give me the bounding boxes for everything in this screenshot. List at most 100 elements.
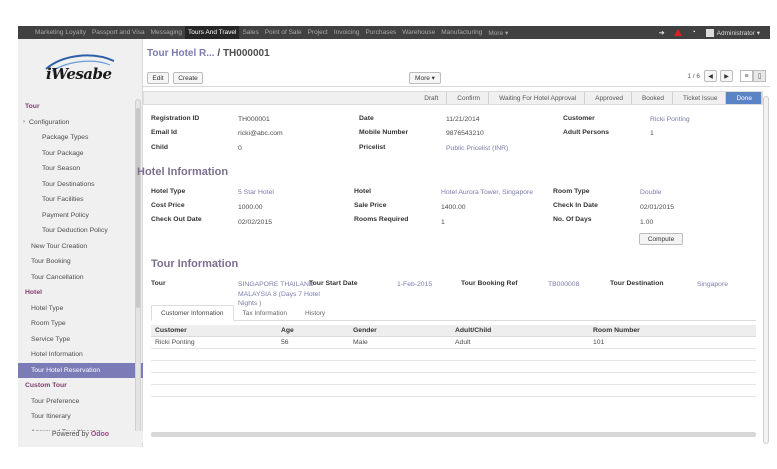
sidebar-item-new-tour-creation[interactable]: New Tour Creation: [18, 239, 143, 255]
menu-invoicing[interactable]: Invoicing: [331, 26, 363, 39]
menu-tours-and-travel[interactable]: Tours And Travel: [185, 26, 240, 39]
tour-destination-value[interactable]: Singapore: [697, 281, 728, 288]
stage-draft[interactable]: Draft: [414, 92, 448, 104]
caret-right-icon: ›: [23, 119, 25, 126]
cell-adult-child: Adult: [455, 339, 471, 346]
sidebar-scrollbar[interactable]: [135, 99, 141, 435]
logout-icon[interactable]: ➔: [658, 29, 666, 37]
col-room-number[interactable]: Room Number: [593, 327, 640, 334]
menu-sales[interactable]: Sales: [239, 26, 261, 39]
more-button[interactable]: More ▾: [409, 72, 441, 84]
col-gender[interactable]: Gender: [353, 327, 377, 334]
company-logo[interactable]: iWesabe: [40, 51, 120, 89]
arrow-right-icon: ▶: [724, 73, 729, 80]
tour-label: Tour: [151, 280, 166, 287]
cell-room-number: 101: [593, 339, 605, 346]
sidebar-item-tour-package[interactable]: Tour Package: [18, 146, 143, 162]
next-record-button[interactable]: ▶: [720, 70, 733, 82]
chat-icon[interactable]: ◔: [690, 29, 698, 37]
menu-messaging[interactable]: Messaging: [148, 26, 185, 39]
stage-done[interactable]: Done: [726, 92, 762, 104]
col-age[interactable]: Age: [281, 327, 294, 334]
tour-start-date-value[interactable]: 1-Feb-2015: [397, 281, 432, 288]
hotel-type-label: Hotel Type: [151, 188, 186, 195]
customer-value[interactable]: Ricki Ponting: [650, 116, 690, 123]
sidebar-item-tour-preference[interactable]: Tour Preference: [18, 394, 143, 410]
menu-manufacturing[interactable]: Manufacturing: [438, 26, 485, 39]
table-row[interactable]: Ricki Ponting 56 Male Adult 101: [151, 337, 756, 349]
mobile-value: 9876543210: [446, 130, 484, 137]
sidebar-item-tour-deduction-policy[interactable]: Tour Deduction Policy: [18, 223, 143, 239]
compute-button[interactable]: Compute: [639, 233, 683, 245]
sidebar-section-tour: Tour: [25, 103, 40, 111]
breadcrumb-parent[interactable]: Tour Hotel R...: [147, 48, 215, 59]
sidebar-item-tour-itinerary[interactable]: Tour Itinerary: [18, 409, 143, 425]
main-content: Tour Hotel R... / TH000001 Edit Create M…: [137, 39, 770, 447]
stage-approved[interactable]: Approved: [585, 92, 632, 104]
list-view-icon: ≡: [744, 72, 749, 80]
col-adult-child[interactable]: Adult/Child: [455, 327, 491, 334]
table-horizontal-scrollbar[interactable]: [151, 432, 756, 437]
sidebar-item-tour-destinations[interactable]: Tour Destinations: [18, 177, 143, 193]
sidebar-item-hotel-information[interactable]: Hotel Information: [18, 347, 143, 363]
sidebar-item-payment-policy[interactable]: Payment Policy: [18, 208, 143, 224]
cost-price-label: Cost Price: [151, 202, 185, 209]
page-scrollbar[interactable]: [763, 96, 769, 444]
cell-gender: Male: [353, 339, 368, 346]
arrow-left-icon: ◀: [708, 73, 713, 80]
check-in-label: Check In Date: [553, 202, 598, 209]
child-label: Child: [151, 144, 168, 151]
sidebar-item-room-type[interactable]: Room Type: [18, 316, 143, 332]
menu-point-of-sale[interactable]: Point of Sale: [262, 26, 305, 39]
user-name: Administrator ▾: [716, 29, 760, 37]
stage-waiting-hotel-approval[interactable]: Waiting For Hotel Approval: [489, 92, 586, 104]
avatar: [705, 28, 714, 37]
registration-id-label: Registration ID: [151, 115, 200, 122]
sidebar-item-configuration[interactable]: › Configuration: [18, 115, 143, 131]
alert-icon[interactable]: [673, 29, 682, 36]
sidebar-item-service-type[interactable]: Service Type: [18, 332, 143, 348]
sidebar-item-package-types[interactable]: Package Types: [18, 130, 143, 146]
menu-marketing-loyalty[interactable]: Marketing Loyalty: [32, 26, 89, 39]
top-menu: Marketing Loyalty Passport and Visa Mess…: [18, 26, 511, 39]
sidebar-item-tour-hotel-reservation[interactable]: Tour Hotel Reservation: [18, 362, 143, 378]
sidebar-item-tour-booking[interactable]: Tour Booking: [18, 254, 143, 270]
menu-project[interactable]: Project: [305, 26, 331, 39]
create-button[interactable]: Create: [173, 72, 203, 84]
previous-record-button[interactable]: ◀: [704, 70, 717, 82]
sale-price-label: Sale Price: [354, 202, 387, 209]
sidebar-item-hotel-type[interactable]: Hotel Type: [18, 301, 143, 317]
form-view-button[interactable]: ▯: [753, 70, 766, 82]
tour-booking-ref-value[interactable]: TB000008: [548, 281, 579, 288]
hotel-type-value[interactable]: 5 Star Hotel: [238, 189, 274, 196]
stage-ticket-issue[interactable]: Ticket Issue: [673, 92, 727, 104]
sidebar-item-tour-cancellation[interactable]: Tour Cancellation: [18, 270, 143, 286]
top-navigation-bar: Marketing Loyalty Passport and Visa Mess…: [18, 26, 770, 39]
customer-table: Customer Age Gender Adult/Child Room Num…: [151, 325, 756, 397]
no-of-days-label: No. Of Days: [553, 216, 592, 223]
menu-warehouse[interactable]: Warehouse: [399, 26, 438, 39]
stage-confirm[interactable]: Confirm: [447, 92, 490, 104]
rooms-required-label: Rooms Required: [354, 216, 409, 223]
odoo-link[interactable]: Odoo: [91, 431, 109, 438]
stage-booked[interactable]: Booked: [632, 92, 674, 104]
tab-customer-information[interactable]: Customer Information: [151, 305, 234, 321]
sidebar-item-tour-facilities[interactable]: Tour Facilities: [18, 192, 143, 208]
customer-label: Customer: [563, 115, 595, 122]
col-customer[interactable]: Customer: [155, 327, 187, 334]
registration-id-value: TH000001: [238, 116, 270, 123]
sidebar-item-tour-season[interactable]: Tour Season: [18, 161, 143, 177]
hotel-value[interactable]: Hotel Aurora Tower, Singapore: [441, 189, 533, 196]
sidebar-scroll-thumb[interactable]: [136, 108, 140, 308]
edit-button[interactable]: Edit: [147, 72, 169, 84]
list-view-button[interactable]: ≡: [740, 70, 753, 82]
tab-tax-information[interactable]: Tax Information: [234, 305, 296, 321]
user-menu[interactable]: Administrator ▾: [705, 28, 760, 37]
tab-history[interactable]: History: [296, 305, 334, 321]
room-type-value[interactable]: Double: [640, 189, 662, 196]
pricelist-value[interactable]: Public Pricelist (INR): [446, 145, 508, 152]
menu-purchases[interactable]: Purchases: [362, 26, 399, 39]
menu-more[interactable]: More ▾: [485, 26, 511, 39]
menu-passport-visa[interactable]: Passport and Visa: [89, 26, 148, 39]
date-value: 11/21/2014: [446, 116, 480, 123]
